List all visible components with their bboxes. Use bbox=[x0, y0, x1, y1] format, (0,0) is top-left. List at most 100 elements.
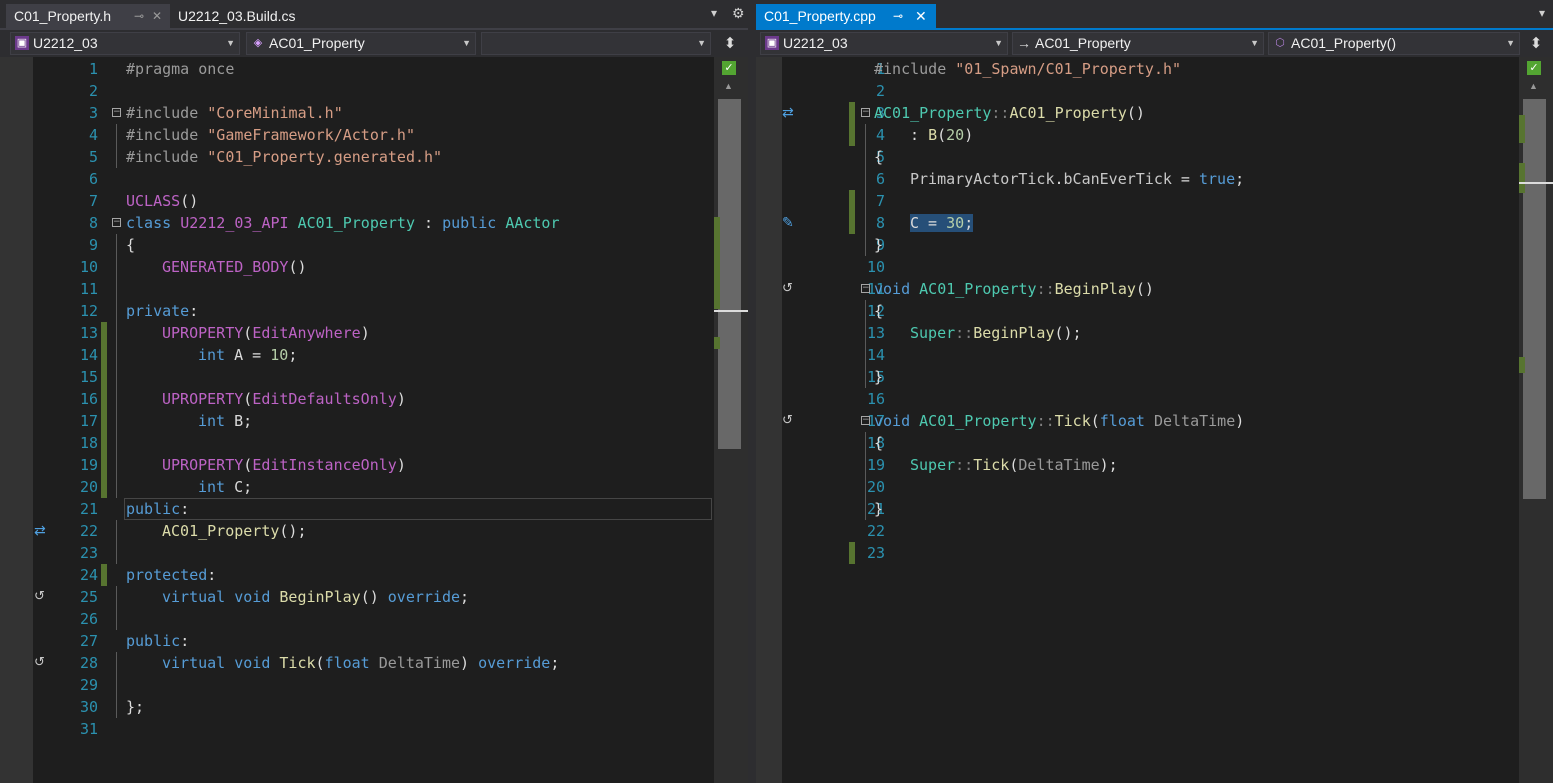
code-line[interactable]: 3 − #include "CoreMinimal.h" bbox=[0, 102, 748, 124]
member-dropdown[interactable]: ▼ bbox=[481, 32, 711, 55]
outline-guide bbox=[865, 168, 866, 190]
code-line[interactable]: 6 PrimaryActorTick.bCanEverTick = true; bbox=[756, 168, 1553, 190]
tab-list-dropdown-icon[interactable]: ▾ bbox=[711, 6, 717, 20]
scroll-up-arrow-icon[interactable]: ▲ bbox=[724, 81, 733, 91]
brush-icon[interactable]: ✎ bbox=[782, 212, 794, 234]
code-line[interactable]: 8 ✎ C = 30; bbox=[756, 212, 1553, 234]
code-line[interactable]: 31 bbox=[0, 718, 748, 740]
code-line[interactable]: 1 #include "01_Spawn/C01_Property.h" bbox=[756, 58, 1553, 80]
code-line[interactable]: 4: B(20) bbox=[756, 124, 1553, 146]
code-line[interactable]: 16 UPROPERTY(EditDefaultsOnly) bbox=[0, 388, 748, 410]
code-line[interactable]: 30}; bbox=[0, 696, 748, 718]
tab-c01-property-cpp[interactable]: C01_Property.cpp ⊸ ✕ bbox=[756, 4, 936, 29]
code-line[interactable]: 15} bbox=[756, 366, 1553, 388]
override-icon[interactable]: ↺ bbox=[782, 278, 793, 300]
code-line[interactable]: 29 bbox=[0, 674, 748, 696]
code-line[interactable]: 23 bbox=[756, 542, 1553, 564]
code-line[interactable]: 20 bbox=[756, 476, 1553, 498]
collapse-icon[interactable]: − bbox=[861, 284, 870, 293]
code-line[interactable]: 19 Super::Tick(DeltaTime); bbox=[756, 454, 1553, 476]
close-icon[interactable]: ✕ bbox=[152, 4, 162, 29]
code-line[interactable]: 8 − class U2212_03_API AC01_Property : pub… bbox=[0, 212, 748, 234]
scope-dropdown[interactable]: ◈ AC01_Property ▼ bbox=[246, 32, 476, 55]
collapse-icon[interactable]: − bbox=[112, 108, 121, 117]
tab-c01-property-h[interactable]: C01_Property.h ⊸ ✕ bbox=[6, 4, 170, 29]
definition-link-icon[interactable]: ⇄ bbox=[34, 520, 46, 542]
code-line[interactable]: 3− ⇄ AC01_Property::AC01_Property() bbox=[756, 102, 1553, 124]
code-line[interactable]: 17− ↺ void AC01_Property::Tick(float Delta… bbox=[756, 410, 1553, 432]
left-vertical-scrollbar[interactable]: ✓ ▲ bbox=[714, 57, 748, 783]
code-line[interactable]: 10 GENERATED_BODY() bbox=[0, 256, 748, 278]
override-icon[interactable]: ↺ bbox=[782, 410, 793, 432]
override-icon[interactable]: ↺ bbox=[34, 652, 45, 674]
tab-build-cs[interactable]: U2212_03.Build.cs bbox=[170, 4, 320, 29]
code-line[interactable]: 13 Super::BeginPlay(); bbox=[756, 322, 1553, 344]
source-code-editor[interactable]: 1 #include "01_Spawn/C01_Property.h" 2 3 − ⇄ A… bbox=[756, 57, 1553, 783]
override-icon[interactable]: ↺ bbox=[34, 586, 45, 608]
code-line[interactable]: 15 bbox=[0, 366, 748, 388]
member-dropdown[interactable]: ⬡ AC01_Property() ▼ bbox=[1268, 32, 1520, 55]
code-line[interactable]: 25 ↺ virtual void BeginPlay() override; bbox=[0, 586, 748, 608]
code-line[interactable]: 6 bbox=[0, 168, 748, 190]
right-vertical-scrollbar[interactable]: ✓ ▲ bbox=[1519, 57, 1553, 783]
code-line[interactable]: 10 bbox=[756, 256, 1553, 278]
code-line[interactable]: 9} bbox=[756, 234, 1553, 256]
code-line[interactable]: 22 ⇄ AC01_Property(); bbox=[0, 520, 748, 542]
code-line[interactable]: 18{ bbox=[756, 432, 1553, 454]
code-line[interactable]: 20 int C; bbox=[0, 476, 748, 498]
code-line[interactable]: 11− ↺ void AC01_Property::BeginPlay() bbox=[756, 278, 1553, 300]
code-line[interactable]: 1 #pragma once bbox=[0, 58, 748, 80]
gear-icon[interactable]: ⚙ bbox=[732, 5, 745, 22]
pin-icon[interactable]: ⊸ bbox=[134, 4, 144, 29]
chevron-down-icon: ▼ bbox=[226, 38, 235, 48]
definition-link-icon[interactable]: ⇄ bbox=[782, 102, 794, 124]
project-dropdown[interactable]: ▣ U2212_03 ▼ bbox=[760, 32, 1008, 55]
code-line[interactable]: 5 #include "C01_Property.generated.h" bbox=[0, 146, 748, 168]
code-line[interactable]: 11 bbox=[0, 278, 748, 300]
scroll-up-arrow-icon[interactable]: ▲ bbox=[1529, 81, 1538, 91]
code-line[interactable]: 19 UPROPERTY(EditInstanceOnly) bbox=[0, 454, 748, 476]
pin-icon[interactable]: ⊸ bbox=[893, 4, 903, 29]
code-line[interactable]: 13 UPROPERTY(EditAnywhere) bbox=[0, 322, 748, 344]
collapse-icon[interactable]: − bbox=[112, 218, 121, 227]
code-line[interactable]: 22 bbox=[756, 520, 1553, 542]
code-line[interactable]: 27 public: bbox=[0, 630, 748, 652]
close-icon[interactable]: ✕ bbox=[915, 4, 927, 29]
code-line[interactable]: 16 bbox=[756, 388, 1553, 410]
code-line[interactable]: 17 int B; bbox=[0, 410, 748, 432]
scroll-thumb[interactable] bbox=[1523, 99, 1546, 499]
project-dropdown[interactable]: ▣ U2212_03 ▼ bbox=[10, 32, 240, 55]
code-line[interactable]: 9{ bbox=[0, 234, 748, 256]
code-line[interactable]: 5{ bbox=[756, 146, 1553, 168]
code-line[interactable]: 21 public: bbox=[0, 498, 748, 520]
tab-list-dropdown-icon[interactable]: ▾ bbox=[1539, 6, 1545, 20]
code-line[interactable]: 7 bbox=[756, 190, 1553, 212]
code-line[interactable]: 2 bbox=[756, 80, 1553, 102]
code-line[interactable]: 2 bbox=[0, 80, 748, 102]
split-window-button[interactable]: ⬍ bbox=[716, 32, 744, 55]
code-line[interactable]: 26 bbox=[0, 608, 748, 630]
caret-position-marker bbox=[1519, 182, 1553, 184]
code-line[interactable]: 14 int A = 10; bbox=[0, 344, 748, 366]
code-line[interactable]: 24 protected: bbox=[0, 564, 748, 586]
pane-splitter[interactable] bbox=[748, 0, 756, 783]
code-line[interactable]: 28 ↺ virtual void Tick(float DeltaTime) ov… bbox=[0, 652, 748, 674]
code-line[interactable]: 21} bbox=[756, 498, 1553, 520]
line-number: 11 bbox=[79, 280, 98, 298]
no-issues-check-icon: ✓ bbox=[1527, 61, 1541, 75]
source-editor-pane: C01_Property.cpp ⊸ ✕ ▾ ▣ U2212_03 ▼ → AC… bbox=[756, 0, 1553, 783]
code-line[interactable]: 14 bbox=[756, 344, 1553, 366]
code-line[interactable]: 12 private: bbox=[0, 300, 748, 322]
code-line[interactable]: 12{ bbox=[756, 300, 1553, 322]
scope-dropdown[interactable]: → AC01_Property ▼ bbox=[1012, 32, 1264, 55]
scroll-thumb[interactable] bbox=[718, 99, 741, 449]
header-code-editor[interactable]: 1 #pragma once 2 3− #include "CoreMinimal.h"… bbox=[0, 57, 748, 783]
collapse-icon[interactable]: − bbox=[861, 108, 870, 117]
line-number: 23 bbox=[79, 544, 98, 562]
split-window-button[interactable]: ⬍ bbox=[1522, 32, 1550, 55]
code-line[interactable]: 4 #include "GameFramework/Actor.h" bbox=[0, 124, 748, 146]
code-line[interactable]: 7 UCLASS() bbox=[0, 190, 748, 212]
code-line[interactable]: 18 bbox=[0, 432, 748, 454]
collapse-icon[interactable]: − bbox=[861, 416, 870, 425]
code-line[interactable]: 23 bbox=[0, 542, 748, 564]
